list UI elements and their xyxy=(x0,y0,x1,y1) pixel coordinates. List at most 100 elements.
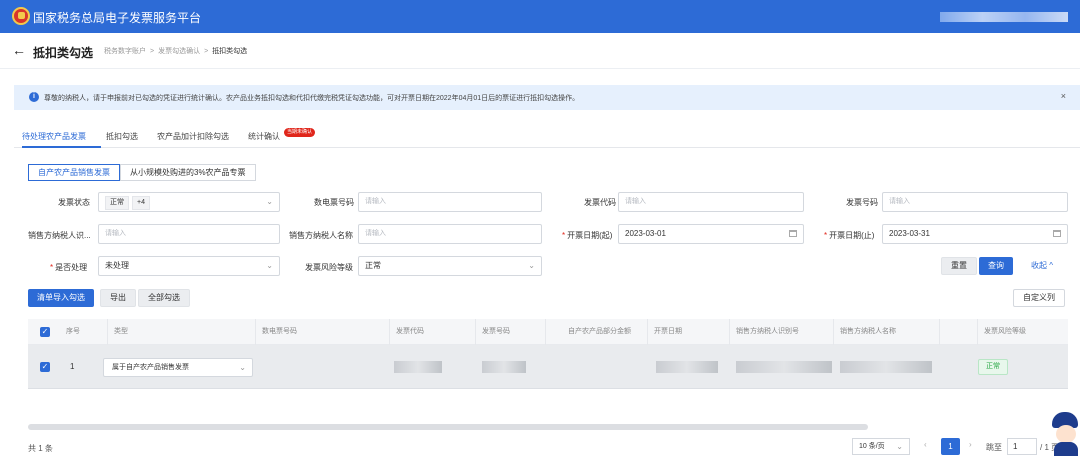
goto-page-input[interactable]: 1 xyxy=(1007,438,1037,455)
invoice-code-input[interactable]: 请输入 xyxy=(618,192,804,212)
mascot-face xyxy=(1056,425,1076,443)
notice-text: 尊敬的纳税人，请于申报前对已勾选的凭证进行统计确认。农产品业务抵扣勾选和代扣代缴… xyxy=(44,95,580,102)
processed-select[interactable]: 未处理 ⌄ xyxy=(98,256,280,276)
date-end-value: 2023-03-31 xyxy=(889,229,930,238)
close-icon[interactable]: × xyxy=(1061,91,1066,101)
risk-level-tag: 正常 xyxy=(978,359,1008,375)
export-button[interactable]: 导出 xyxy=(100,289,136,307)
breadcrumb-item-tax-account[interactable]: 税务数字账户 xyxy=(104,48,146,55)
col-header-invoice-code: 发票代码 xyxy=(390,319,476,345)
invoice-status-label: 发票状态 xyxy=(58,198,90,207)
seller-tax-id-label: 销售方纳税人识... xyxy=(28,231,91,240)
invoice-no-input[interactable]: 请输入 xyxy=(882,192,1068,212)
table-header: ✓ 序号 类型 数电票号码 发票代码 发票号码 自产农产品部分金额 开票日期 销… xyxy=(28,319,1068,345)
back-arrow-icon[interactable]: ← xyxy=(12,42,26,58)
seller-name-redacted xyxy=(840,361,932,373)
date-end-picker[interactable]: 2023-03-31 xyxy=(882,224,1068,244)
import-list-button[interactable]: 清单导入勾选 xyxy=(28,289,94,307)
collapse-button[interactable]: 收起 ^ xyxy=(1031,257,1053,275)
required-mark: * xyxy=(824,231,828,240)
date-start-picker[interactable]: 2023-03-01 xyxy=(618,224,804,244)
chevron-down-icon: ⌄ xyxy=(239,363,246,372)
assistant-mascot-icon[interactable] xyxy=(1048,410,1080,456)
page-size-value: 10 条/页 xyxy=(859,443,885,450)
goto-label: 跳至 xyxy=(986,443,1002,452)
query-button[interactable]: 查询 xyxy=(979,257,1013,275)
row-type-value: 属于自产农产品销售发票 xyxy=(112,364,189,371)
next-page-icon[interactable]: › xyxy=(969,440,972,449)
subtab-self-produced[interactable]: 自产农产品销售发票 xyxy=(28,164,120,181)
col-header-issue-date: 开票日期 xyxy=(648,319,730,345)
seller-tax-id-redacted xyxy=(736,361,832,373)
invoice-code-label: 发票代码 xyxy=(584,198,616,207)
chevron-down-icon: ⌄ xyxy=(528,261,535,270)
table-row[interactable]: ✓ 1 属于自产农产品销售发票 ⌄ 正常 xyxy=(28,345,1068,389)
horizontal-scrollbar[interactable] xyxy=(28,424,868,430)
issue-date-redacted xyxy=(656,361,718,373)
seller-name-label: 销售方纳税人名称 xyxy=(289,231,353,240)
risk-level-label: 发票风险等级 xyxy=(305,263,353,272)
prev-page-icon[interactable]: ‹ xyxy=(924,440,927,449)
status-tag-normal: 正常 xyxy=(105,196,129,210)
invoice-status-select[interactable]: 正常 +4 ⌄ xyxy=(98,192,280,212)
custom-columns-button[interactable]: 自定义列 xyxy=(1013,289,1065,307)
page-size-select[interactable]: 10 条/页 ⌄ xyxy=(852,438,910,455)
col-header-type: 类型 xyxy=(108,319,256,345)
col-header-agri-amount: 自产农产品部分金额 xyxy=(546,319,648,345)
page-header: ← 抵扣类勾选 税务数字账户 > 发票勾选确认 > 抵扣类勾选 xyxy=(0,33,1080,69)
invoice-code-redacted xyxy=(394,361,442,373)
tab-pending-agri-invoices[interactable]: 待处理农产品发票 xyxy=(22,131,86,142)
date-end-label-text: 开票日期(止) xyxy=(829,231,875,240)
col-header-seller-tax-id: 销售方纳税人识别号 xyxy=(730,319,834,345)
notice-banner: i 尊敬的纳税人，请于申报前对已勾选的凭证进行统计确认。农产品业务抵扣勾选和代扣… xyxy=(14,85,1080,110)
select-all-checkbox[interactable]: ✓ xyxy=(40,327,50,337)
risk-level-select[interactable]: 正常 ⌄ xyxy=(358,256,542,276)
processed-label-text: 是否处理 xyxy=(55,263,88,272)
breadcrumb-separator: > xyxy=(204,48,209,55)
invoice-no-redacted xyxy=(482,361,526,373)
e-invoice-no-input[interactable]: 请输入 xyxy=(358,192,542,212)
subtab-small-scale-3pct[interactable]: 从小规模处购进的3%农产品专票 xyxy=(120,164,256,181)
seller-name-input[interactable]: 请输入 xyxy=(358,224,542,244)
col-header-risk-level: 发票风险等级 xyxy=(984,328,1026,335)
date-start-label-text: 开票日期(起) xyxy=(567,231,613,240)
date-start-label: * 开票日期(起) xyxy=(562,230,612,241)
breadcrumb: 税务数字账户 > 发票勾选确认 > 抵扣类勾选 xyxy=(104,46,247,56)
processed-label: * 是否处理 xyxy=(50,262,87,273)
col-header-invoice-no: 发票号码 xyxy=(476,319,546,345)
col-header-e-invoice-no: 数电票号码 xyxy=(256,319,390,345)
status-tag-more: +4 xyxy=(132,196,150,210)
active-tab-indicator xyxy=(22,146,101,148)
required-mark: * xyxy=(50,263,54,272)
invoice-no-label: 发票号码 xyxy=(846,198,878,207)
chevron-down-icon: ⌄ xyxy=(896,442,903,451)
chevron-down-icon: ⌄ xyxy=(266,197,273,206)
required-mark: * xyxy=(562,231,566,240)
row-checkbox[interactable]: ✓ xyxy=(40,362,50,372)
seller-tax-id-input[interactable]: 请输入 xyxy=(98,224,280,244)
tab-bar: 待处理农产品发票 抵扣勾选 农产品加计扣除勾选 统计确认 当期未确认 xyxy=(14,124,1080,148)
risk-level-value: 正常 xyxy=(365,261,381,270)
col-header-spacer xyxy=(940,319,978,345)
select-all-button[interactable]: 全部勾选 xyxy=(138,289,190,307)
status-badge: 当期未确认 xyxy=(284,128,316,137)
breadcrumb-item-current: 抵扣类勾选 xyxy=(212,48,248,55)
breadcrumb-separator: > xyxy=(150,48,155,55)
tab-statistics-confirm[interactable]: 统计确认 xyxy=(248,131,280,142)
row-index: 1 xyxy=(70,362,75,371)
e-invoice-no-label: 数电票号码 xyxy=(314,198,354,207)
tax-emblem-icon xyxy=(12,7,30,25)
tab-agri-extra-deduction[interactable]: 农产品加计扣除勾选 xyxy=(157,131,229,142)
tab-deduction-select[interactable]: 抵扣勾选 xyxy=(106,131,138,142)
chevron-down-icon: ⌄ xyxy=(266,261,273,270)
reset-button[interactable]: 重置 xyxy=(941,257,977,275)
app-title: 国家税务总局电子发票服务平台 xyxy=(33,11,202,25)
date-end-label: * 开票日期(止) xyxy=(824,230,874,241)
date-start-value: 2023-03-01 xyxy=(625,229,666,238)
breadcrumb-item-invoice-confirm[interactable]: 发票勾选确认 xyxy=(158,48,200,55)
info-icon: i xyxy=(29,92,39,102)
page-title: 抵扣类勾选 xyxy=(33,46,94,60)
current-page-button[interactable]: 1 xyxy=(941,438,960,455)
row-type-select[interactable]: 属于自产农产品销售发票 ⌄ xyxy=(103,358,253,377)
user-info[interactable] xyxy=(940,12,1068,22)
